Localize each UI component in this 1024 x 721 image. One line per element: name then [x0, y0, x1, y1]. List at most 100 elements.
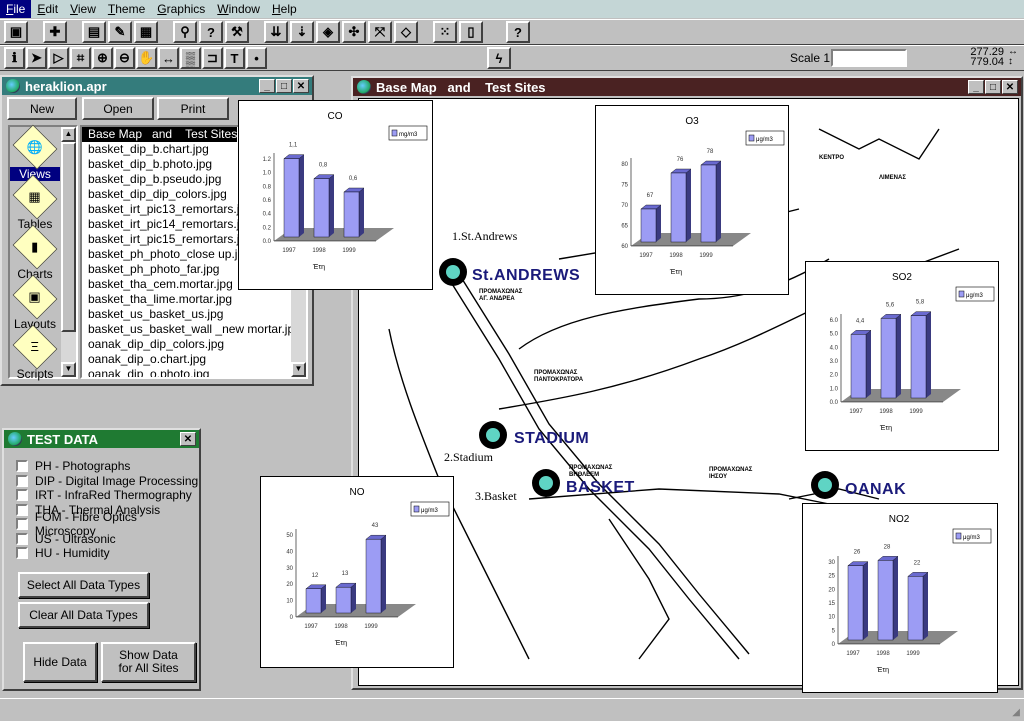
- checkbox[interactable]: [16, 460, 28, 473]
- checkbox[interactable]: [16, 532, 28, 545]
- site-marker-basket[interactable]: [532, 469, 560, 497]
- checkbox[interactable]: [16, 474, 28, 487]
- checkbox[interactable]: [16, 518, 28, 531]
- checkbox[interactable]: [16, 489, 28, 502]
- menu-edit[interactable]: Edit: [31, 0, 64, 18]
- theme-properties-button[interactable]: ▤: [82, 21, 106, 43]
- maximize-button[interactable]: □: [985, 80, 1001, 94]
- map-road: [458, 273, 750, 655]
- doc-type-views[interactable]: 🌐 Views: [10, 124, 60, 181]
- doc-type-scripts[interactable]: Ξ Scripts: [10, 324, 60, 381]
- locate-address-button[interactable]: ⚒: [225, 21, 249, 43]
- save-button[interactable]: ▣: [4, 21, 28, 43]
- scroll-down-button[interactable]: ▼: [61, 362, 76, 377]
- menu-help[interactable]: Help: [266, 0, 303, 18]
- document-list-item[interactable]: basket_us_basket_us.jpg: [82, 307, 306, 322]
- document-list-item[interactable]: oanak_dip_o.photo.jpg: [82, 367, 306, 377]
- site-marker-oanak[interactable]: [811, 471, 839, 499]
- close-button[interactable]: ✕: [1002, 80, 1018, 94]
- document-list-item[interactable]: oanak_dip_dip_colors.jpg: [82, 337, 306, 352]
- new-button[interactable]: New: [7, 97, 77, 120]
- document-list-item[interactable]: basket_us_basket_wall _new mortar.jpg: [82, 322, 306, 337]
- zoom-in-tool[interactable]: ⊕: [92, 47, 113, 69]
- checkbox[interactable]: [16, 547, 28, 560]
- measure-tool[interactable]: ↔: [158, 47, 179, 69]
- clear-all-data-types-button[interactable]: Clear All Data Types: [18, 602, 149, 628]
- identify-tool[interactable]: ℹ: [4, 47, 25, 69]
- add-theme-button[interactable]: ✚: [43, 21, 67, 43]
- zoom-out-tool[interactable]: ⊖: [114, 47, 135, 69]
- doc-type-scrollbar[interactable]: ▲ ▼: [61, 127, 76, 377]
- site-marker-st-andrews[interactable]: [439, 258, 467, 286]
- menu-graphics[interactable]: Graphics: [151, 0, 211, 18]
- zoom-in-fixed-button[interactable]: ✣: [342, 21, 366, 43]
- text-label-tool[interactable]: ⊐: [202, 47, 223, 69]
- query-builder-button[interactable]: ?: [199, 21, 223, 43]
- minimize-button[interactable]: _: [968, 80, 984, 94]
- pan-tool[interactable]: ✋: [136, 47, 157, 69]
- zoom-selected-button[interactable]: ◈: [316, 21, 340, 43]
- document-list-item[interactable]: Base Map and Test Sites: [82, 127, 237, 142]
- open-button[interactable]: Open: [82, 97, 154, 120]
- select-feature-tool[interactable]: ⌗: [70, 47, 91, 69]
- view-title-bar[interactable]: Base Map and Test Sites _ □ ✕: [353, 78, 1021, 96]
- scroll-thumb[interactable]: [61, 142, 76, 332]
- show-data-all-sites-button[interactable]: Show Data for All Sites: [101, 642, 196, 682]
- menu-theme[interactable]: Theme: [102, 0, 151, 18]
- x-tick-label: 1999: [699, 253, 713, 259]
- select-all-data-types-button[interactable]: Select All Data Types: [18, 572, 149, 598]
- test-data-window: TEST DATA ✕ PH - Photographs DIP - Digita…: [2, 428, 201, 691]
- chart-title: NO: [350, 487, 365, 498]
- resize-grip-icon[interactable]: ◢: [1012, 707, 1020, 718]
- test-type-option[interactable]: IRT - InfraRed Thermography: [16, 488, 199, 503]
- close-button[interactable]: ✕: [293, 79, 309, 93]
- open-table-button[interactable]: ▦: [134, 21, 158, 43]
- draw-point-tool[interactable]: •: [246, 47, 267, 69]
- help-button[interactable]: ?: [506, 21, 530, 43]
- data-label: 1,1: [289, 143, 298, 149]
- close-button[interactable]: ✕: [180, 432, 196, 446]
- menu-window[interactable]: Window: [211, 0, 266, 18]
- select-none-button[interactable]: ⁙: [433, 21, 457, 43]
- layout-button[interactable]: ▯: [459, 21, 483, 43]
- project-title-bar[interactable]: heraklion.apr _ □ ✕: [2, 77, 312, 95]
- edit-legend-button[interactable]: ✎: [108, 21, 132, 43]
- zoom-active-themes-button[interactable]: ⇣: [290, 21, 314, 43]
- svg-text:ΑΓ. ΑΝΔΡΕΑ: ΑΓ. ΑΝΔΡΕΑ: [479, 296, 515, 302]
- y-tick-label: 30: [286, 566, 293, 572]
- test-type-option[interactable]: HU - Humidity: [16, 546, 199, 561]
- scale-input[interactable]: [831, 49, 907, 67]
- scroll-up-button[interactable]: ▲: [61, 127, 76, 142]
- test-data-title-bar[interactable]: TEST DATA ✕: [4, 430, 199, 448]
- text-tool[interactable]: T: [224, 47, 245, 69]
- menu-file[interactable]: File: [0, 0, 32, 18]
- vertex-edit-tool[interactable]: ▷: [48, 47, 69, 69]
- test-type-option[interactable]: PH - Photographs: [16, 459, 199, 474]
- doc-type-layouts[interactable]: ▣ Layouts: [10, 274, 60, 331]
- data-label: 28: [884, 544, 891, 550]
- hide-data-button[interactable]: Hide Data: [23, 642, 97, 682]
- zoom-out-fixed-button[interactable]: ⤧: [368, 21, 392, 43]
- pointer-tool[interactable]: ➤: [26, 47, 47, 69]
- data-label: 5,8: [916, 300, 925, 306]
- zoom-previous-button[interactable]: ◇: [394, 21, 418, 43]
- print-button[interactable]: Print: [157, 97, 229, 120]
- zoom-full-extent-button[interactable]: ⇊: [264, 21, 288, 43]
- minimize-button[interactable]: _: [259, 79, 275, 93]
- label-tool[interactable]: ▒: [180, 47, 201, 69]
- scroll-down-button[interactable]: ▼: [291, 362, 306, 377]
- document-list-item[interactable]: basket_tha_lime.mortar.jpg: [82, 292, 306, 307]
- hotlink-tool[interactable]: ϟ: [487, 47, 511, 69]
- menu-view[interactable]: View: [64, 0, 102, 18]
- maximize-button[interactable]: □: [276, 79, 292, 93]
- site-marker-stadium[interactable]: [479, 421, 507, 449]
- svg-text:ΛΙΜΕΝΑΣ: ΛΙΜΕΝΑΣ: [879, 175, 906, 181]
- find-button[interactable]: ⚲: [173, 21, 197, 43]
- document-list-item[interactable]: oanak_dip_o.chart.jpg: [82, 352, 306, 367]
- doc-type-charts[interactable]: ▮ Charts: [10, 224, 60, 281]
- doc-type-tables[interactable]: ▦ Tables: [10, 174, 60, 231]
- site-label-stadium: STADIUM: [514, 430, 590, 447]
- test-type-option[interactable]: DIP - Digital Image Processing: [16, 474, 199, 489]
- test-type-option[interactable]: FOM - Fibre Optics Microscopy: [16, 510, 199, 538]
- checkbox[interactable]: [16, 503, 28, 516]
